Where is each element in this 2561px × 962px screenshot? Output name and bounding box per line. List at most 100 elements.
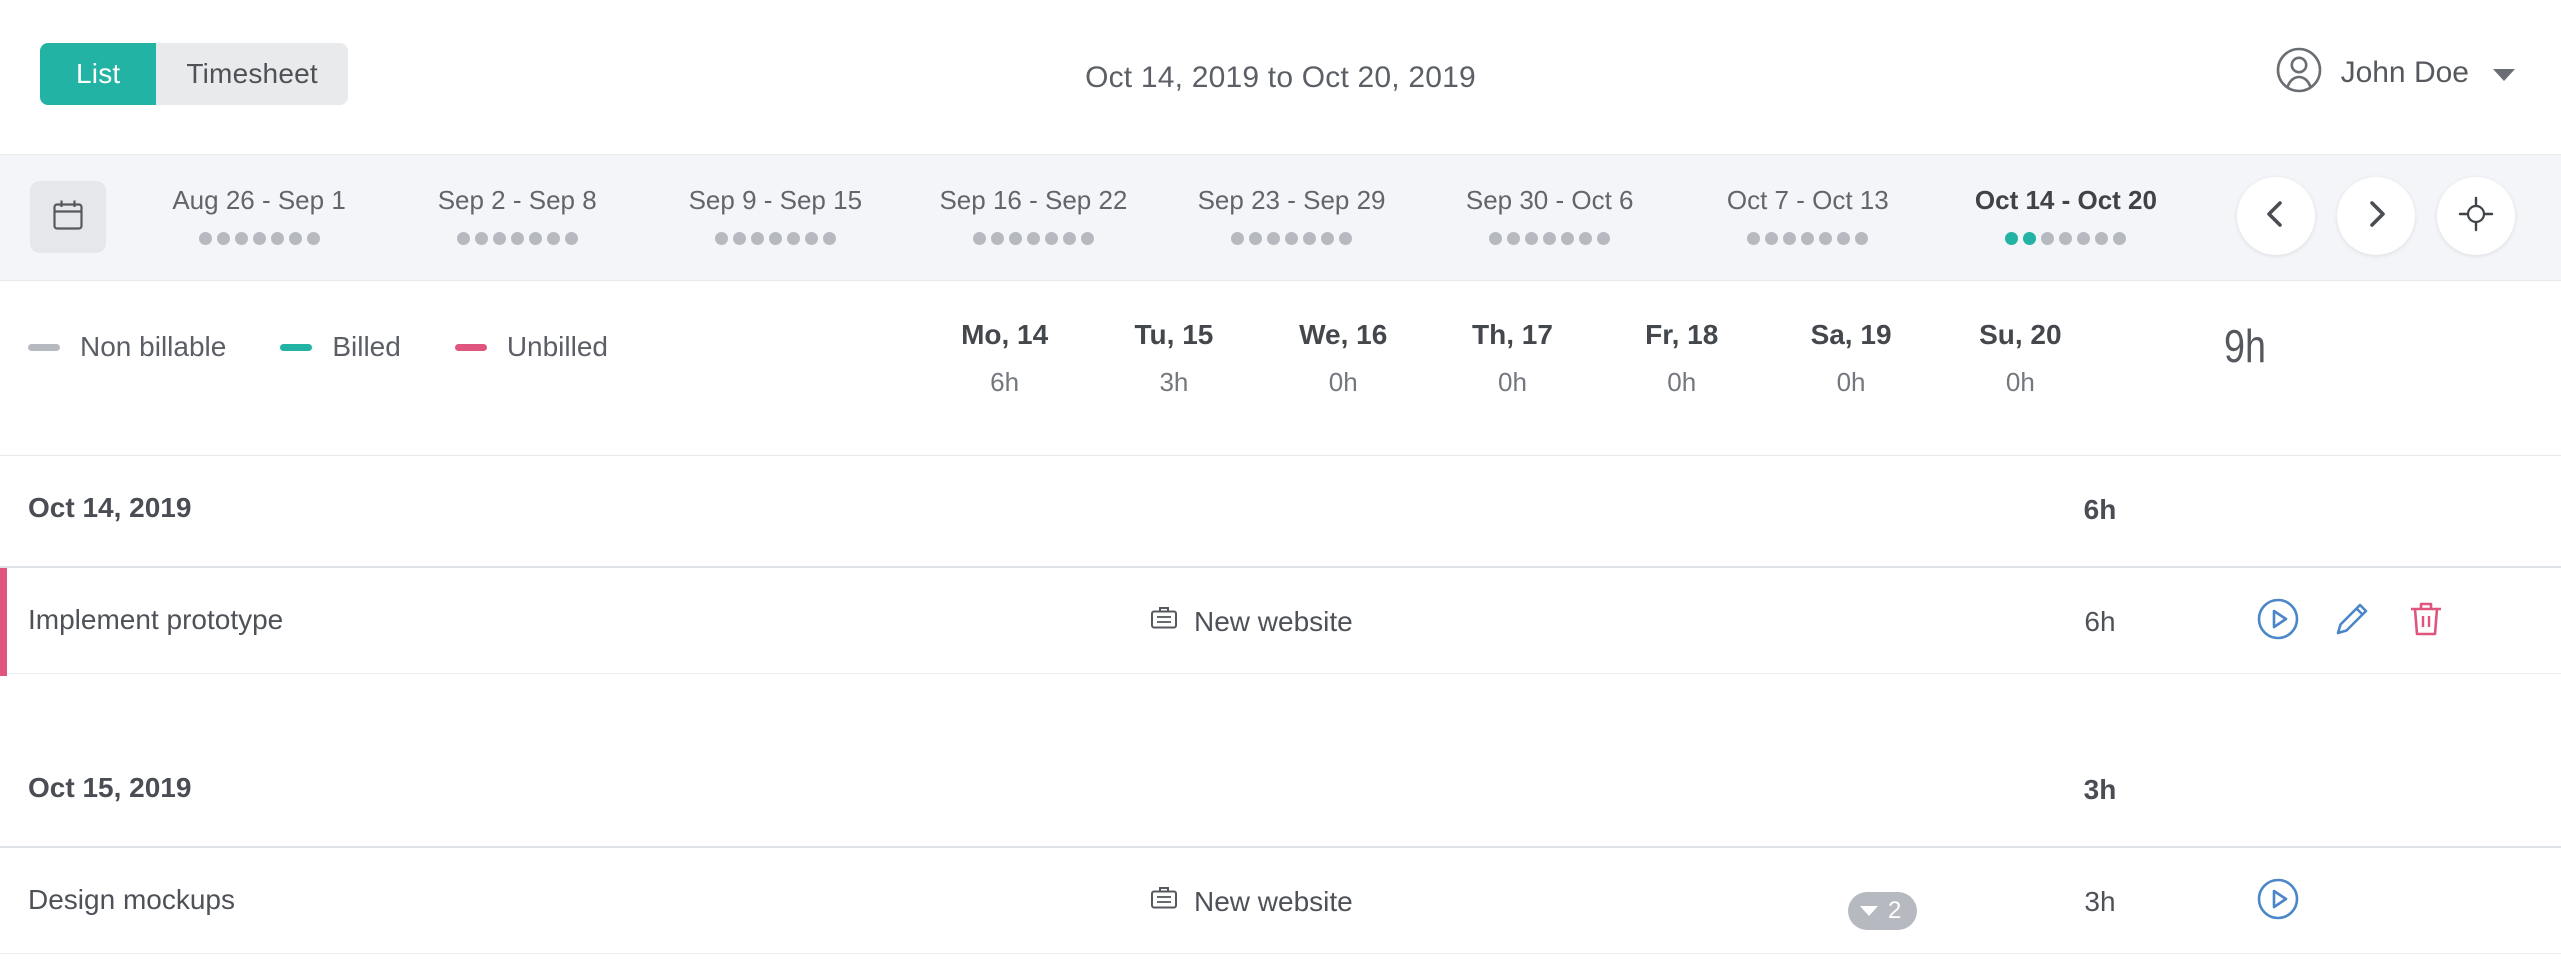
tab-timesheet[interactable]: Timesheet: [156, 43, 348, 105]
week-day-dot: [1285, 232, 1299, 245]
week-day-dot: [1507, 232, 1521, 245]
week-day-dot: [306, 232, 320, 245]
time-entry-hours: 3h: [2084, 886, 2116, 917]
dash-swatch-grey: [28, 343, 60, 351]
briefcase-icon: [1148, 882, 1180, 921]
view-toggle: List Timesheet: [40, 43, 348, 105]
week-day-dot: [492, 232, 506, 245]
day-label: Mo, 14: [961, 319, 1049, 350]
week-day-dot: [1783, 232, 1797, 245]
calendar-icon: [49, 196, 87, 239]
week-label: Sep 2 - Sep 8: [437, 185, 597, 215]
day-column[interactable]: Th, 17 0h: [1428, 319, 1597, 419]
week-list: Aug 26 - Sep 1 Sep 2 - Sep 8 Sep 9 - Sep 1…: [130, 155, 2195, 303]
day-label: Tu, 15: [1134, 319, 1214, 350]
entry-count-badge[interactable]: 2: [1848, 892, 1918, 930]
week-day-dot: [1765, 232, 1779, 245]
week-label: Sep 16 - Sep 22: [939, 185, 1128, 215]
week-item[interactable]: Aug 26 - Sep 1: [130, 155, 388, 281]
week-item[interactable]: Sep 9 - Sep 15: [646, 155, 904, 281]
day-column[interactable]: Mo, 14 6h: [920, 319, 1089, 419]
week-day-dot: [234, 232, 248, 245]
user-menu[interactable]: John Doe: [2275, 46, 2515, 99]
week-day-dot: [804, 232, 818, 245]
week-day-dot: [972, 232, 986, 245]
chevron-right-icon: [2359, 197, 2393, 236]
day-column[interactable]: Fr, 18 0h: [1597, 319, 1766, 419]
billable-status-bar: [0, 848, 7, 956]
pencil-edit-icon[interactable]: [2329, 596, 2375, 642]
date-group-header: Oct 15, 2019 3h: [0, 736, 2561, 846]
date-group-total: 6h: [2083, 494, 2117, 525]
time-entry-title[interactable]: Design mockups: [28, 884, 235, 916]
dash-swatch-pink: [454, 343, 487, 351]
day-column[interactable]: We, 16 0h: [1259, 319, 1428, 419]
group-spacer: [0, 674, 2561, 736]
next-week-button[interactable]: [2337, 177, 2415, 255]
trash-delete-icon[interactable]: [2403, 596, 2449, 642]
tab-list[interactable]: List: [40, 43, 157, 105]
date-group-header: Oct 14, 2019 6h: [0, 456, 2561, 566]
project-tag[interactable]: New website: [1148, 602, 1353, 641]
week-day-dots: [714, 232, 836, 245]
play-circle-icon[interactable]: [2255, 876, 2301, 922]
time-entry-list: Oct 14, 2019 6h Implement prototype New web…: [0, 456, 2561, 962]
time-entry-title[interactable]: Implement prototype: [28, 604, 283, 636]
time-entry-row[interactable]: Implement prototype New website 6h: [0, 566, 2561, 676]
week-item[interactable]: Sep 23 - Sep 29: [1163, 155, 1421, 281]
week-label: Sep 30 - Oct 6: [1465, 185, 1634, 215]
week-summary-bar: Non billable Billed Unbilled Mo, 14 6h Tu, 1…: [0, 281, 2561, 456]
week-day-dot: [822, 232, 836, 245]
legend-item[interactable]: Unbilled: [454, 331, 608, 363]
week-day-dot: [1267, 232, 1281, 245]
project-name: New website: [1194, 605, 1353, 637]
dash-swatch-teal: [280, 343, 313, 351]
day-label: We, 16: [1299, 319, 1388, 350]
billable-status-bar: [0, 568, 7, 676]
day-hours: 0h: [1836, 367, 1866, 397]
week-day-dot: [1231, 232, 1245, 245]
legend-item[interactable]: Billed: [280, 331, 401, 363]
week-total-hours: 9h: [2224, 320, 2266, 372]
timesheet-app: Oct 14, 2019 to Oct 20, 2019 List Timesh…: [0, 0, 2561, 962]
legend-label: Non billable: [80, 331, 227, 362]
week-item[interactable]: Sep 30 - Oct 6: [1421, 155, 1679, 281]
day-column[interactable]: Tu, 15 3h: [1089, 319, 1258, 419]
week-day-dots: [198, 232, 320, 245]
week-day-dots: [2005, 232, 2127, 245]
day-label: Fr, 18: [1645, 319, 1719, 350]
play-circle-icon[interactable]: [2255, 596, 2301, 642]
week-day-dot: [1249, 232, 1263, 245]
date-group-label: Oct 14, 2019: [28, 492, 192, 523]
day-column[interactable]: Sa, 19 0h: [1766, 319, 1935, 419]
time-entry-row[interactable]: Design mockups New website 2 3h: [0, 846, 2561, 954]
project-name: New website: [1194, 885, 1353, 917]
day-label: Th, 17: [1472, 319, 1553, 350]
crosshair-target-icon: [2458, 196, 2494, 237]
day-hours: 0h: [1498, 367, 1527, 397]
week-item[interactable]: Sep 2 - Sep 8: [388, 155, 646, 281]
day-hours: 6h: [990, 367, 1020, 397]
week-item[interactable]: Sep 16 - Sep 22: [904, 155, 1162, 281]
user-name: John Doe: [2340, 55, 2469, 89]
calendar-picker-button[interactable]: [30, 181, 106, 253]
day-hours: 0h: [1328, 367, 1358, 397]
week-label: Oct 7 - Oct 13: [1726, 185, 1889, 215]
briefcase-icon: [1148, 602, 1180, 641]
week-day-dot: [990, 232, 1004, 245]
week-day-dot: [456, 232, 470, 245]
prev-week-button[interactable]: [2237, 177, 2315, 255]
today-button[interactable]: [2437, 177, 2515, 255]
triangle-down-icon: [1860, 906, 1878, 916]
week-item[interactable]: Oct 14 - Oct 20: [1937, 155, 2195, 303]
week-day-dot: [198, 232, 212, 245]
day-column[interactable]: Su, 20 0h: [1936, 319, 2105, 419]
project-tag[interactable]: New website: [1148, 882, 1353, 921]
week-item[interactable]: Oct 7 - Oct 13: [1679, 155, 1937, 281]
week-day-dot: [1525, 232, 1539, 245]
legend-item[interactable]: Non billable: [28, 331, 226, 363]
legend-label: Unbilled: [506, 331, 608, 362]
time-entry-hours: 6h: [2084, 606, 2116, 637]
week-label: Sep 9 - Sep 15: [688, 185, 863, 215]
week-day-dot: [564, 232, 578, 245]
